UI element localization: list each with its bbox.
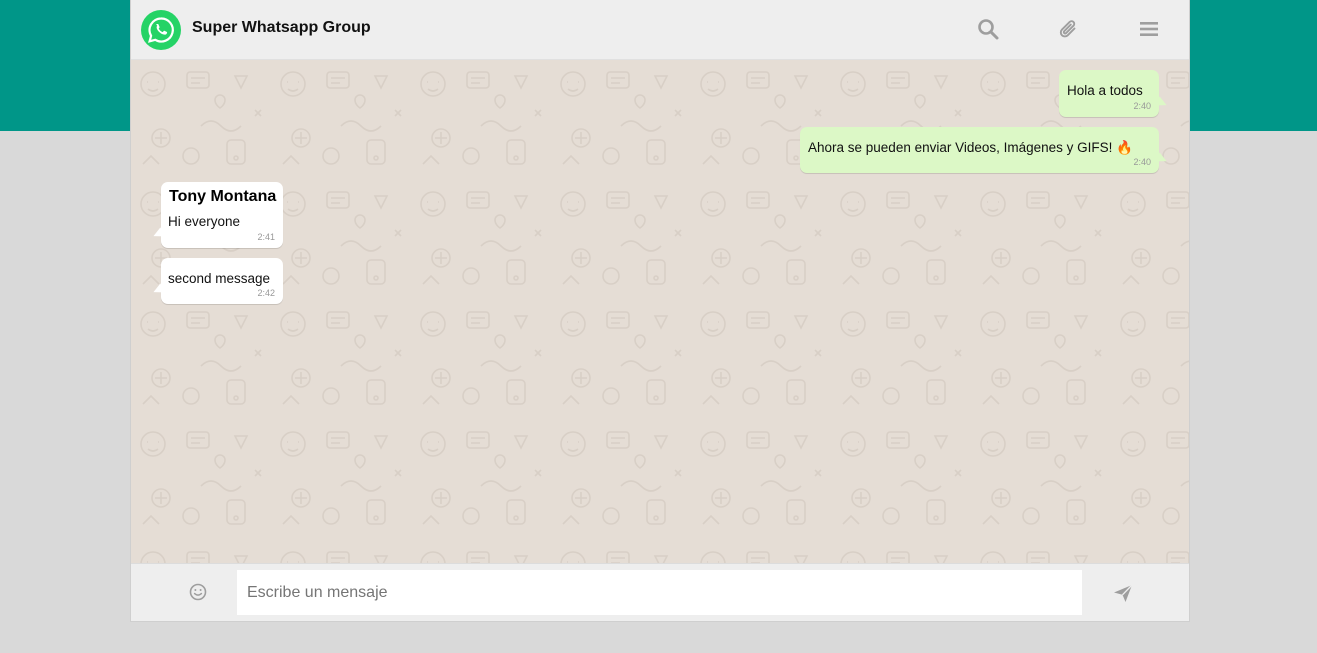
chat-area[interactable]: Hola a todos 2:40 Ahora se pueden enviar…: [131, 60, 1189, 563]
emoji-icon[interactable]: [187, 581, 209, 603]
message-time: 2:40: [1133, 101, 1151, 111]
send-icon[interactable]: [1111, 581, 1135, 605]
message-text: second message: [168, 271, 271, 286]
message-time: 2:40: [1133, 157, 1151, 167]
message-text: Hola a todos: [1067, 83, 1143, 98]
compose-bar: [131, 563, 1189, 621]
group-title: Super Whatsapp Group: [192, 19, 371, 36]
whatsapp-logo-icon: [141, 10, 181, 50]
attach-icon[interactable]: [1057, 17, 1081, 41]
message-bubble-incoming[interactable]: Tony Montana Hi everyone 2:41: [161, 182, 283, 248]
chat-window: Super Whatsapp Group Hola a todos 2:40 A…: [131, 0, 1189, 621]
menu-icon[interactable]: [1137, 17, 1161, 41]
message-bubble-incoming[interactable]: second message 2:42: [161, 258, 283, 304]
message-time: 2:41: [257, 232, 275, 242]
message-bubble-outgoing[interactable]: Ahora se pueden enviar Videos, Imágenes …: [800, 127, 1159, 173]
message-text: Hi everyone: [168, 214, 241, 229]
message-sender: Tony Montana: [169, 188, 277, 205]
message-text: Ahora se pueden enviar Videos, Imágenes …: [808, 140, 1133, 155]
message-bubble-outgoing[interactable]: Hola a todos 2:40: [1059, 70, 1159, 117]
search-icon[interactable]: [976, 17, 1000, 41]
message-time: 2:42: [257, 288, 275, 298]
chat-header: Super Whatsapp Group: [131, 0, 1189, 60]
message-input[interactable]: [237, 570, 1082, 615]
